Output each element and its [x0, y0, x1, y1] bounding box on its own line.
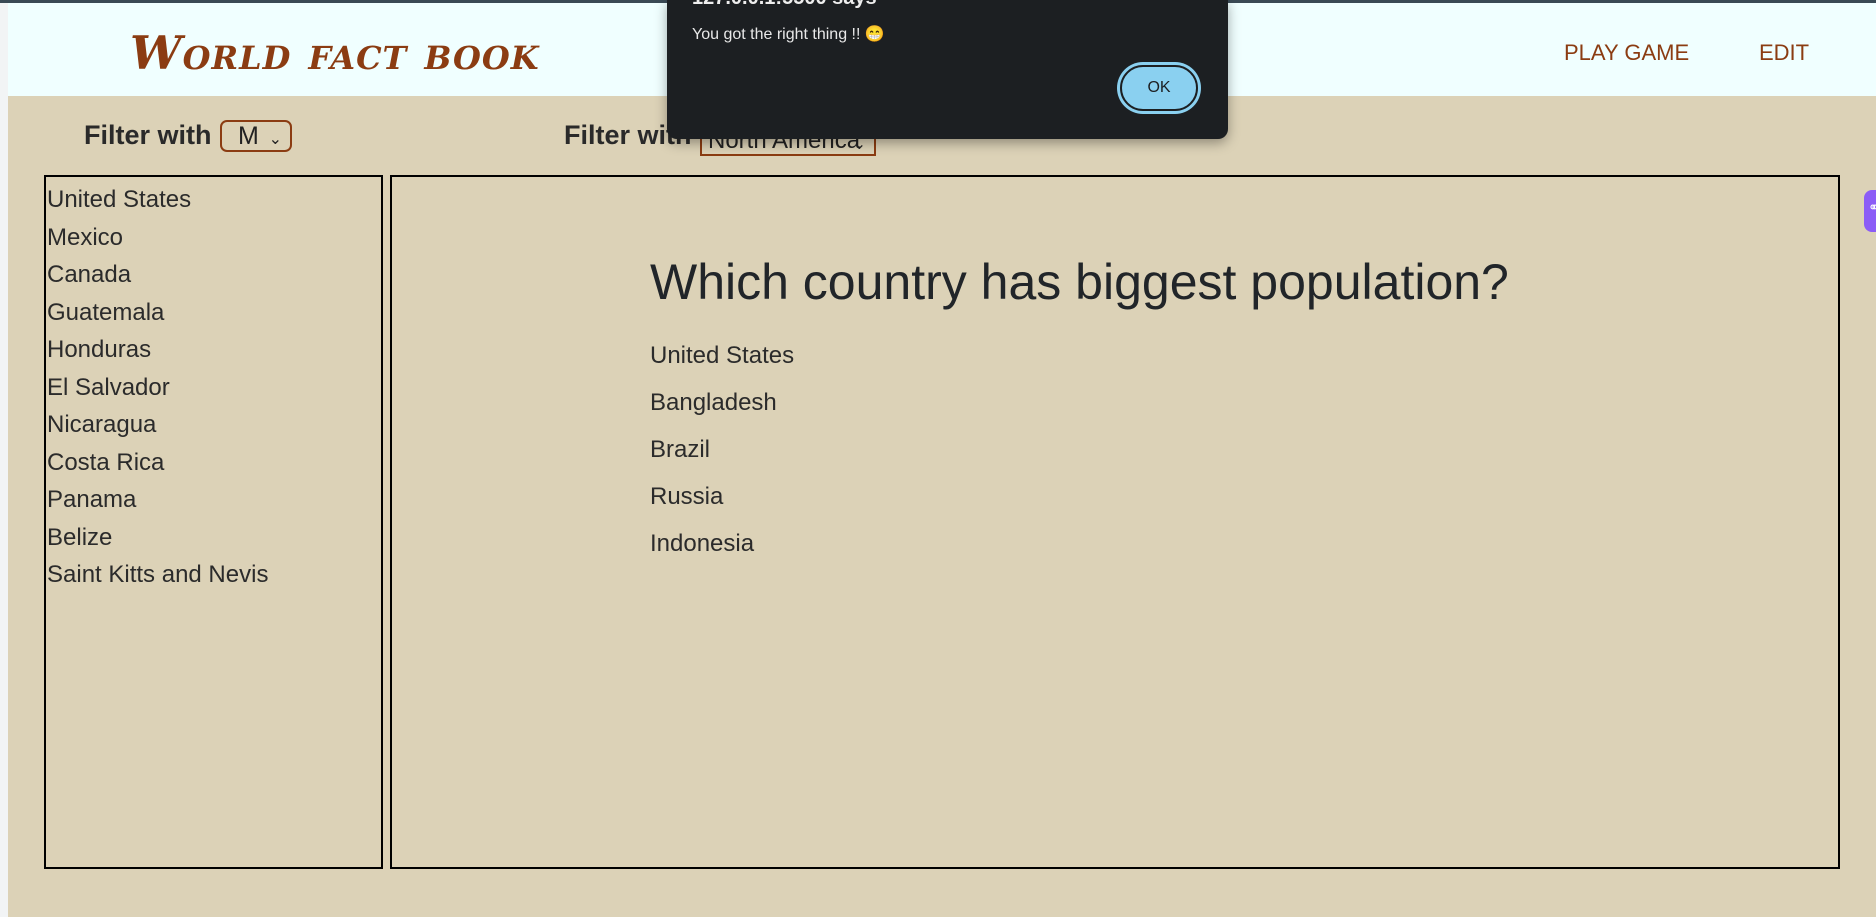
brand-logo[interactable]: World fact book [130, 21, 540, 85]
country-item[interactable]: Costa Rica [46, 444, 381, 482]
quiz-options: United States Bangladesh Brazil Russia I… [650, 332, 794, 567]
extension-side-widget[interactable]: ⚭ [1864, 190, 1876, 232]
quiz-question: Which country has biggest population? [650, 254, 1509, 310]
country-item[interactable]: Nicaragua [46, 406, 381, 444]
country-item[interactable]: Mexico [46, 219, 381, 257]
window-left-edge [0, 3, 8, 917]
country-item[interactable]: Belize [46, 519, 381, 557]
filter-letter-select[interactable]: M ⌄ [220, 120, 292, 152]
country-list: United States Mexico Canada Guatemala Ho… [46, 181, 381, 594]
country-item[interactable]: United States [46, 181, 381, 219]
country-item[interactable]: Canada [46, 256, 381, 294]
quiz-option[interactable]: Brazil [650, 426, 794, 473]
country-item[interactable]: Guatemala [46, 294, 381, 332]
country-item[interactable]: El Salvador [46, 369, 381, 407]
quiz-option[interactable]: Indonesia [650, 520, 794, 567]
country-item[interactable]: Saint Kitts and Nevis [46, 556, 381, 594]
alert-ok-button[interactable]: OK [1120, 65, 1198, 111]
country-item[interactable]: Honduras [46, 331, 381, 369]
nav-play-game-link[interactable]: PLAY GAME [1564, 40, 1689, 66]
quiz-panel: Which country has biggest population? Un… [390, 175, 1840, 869]
chevron-down-icon: ⌄ [268, 131, 282, 148]
nav-edit-link[interactable]: EDIT [1759, 40, 1809, 66]
link-icon: ⚭ [1868, 200, 1876, 216]
alert-dialog: 127.0.0.1:5500 says You got the right th… [667, 0, 1228, 139]
quiz-option[interactable]: Bangladesh [650, 379, 794, 426]
country-list-panel: United States Mexico Canada Guatemala Ho… [44, 175, 383, 869]
country-item[interactable]: Panama [46, 481, 381, 519]
alert-origin: 127.0.0.1:5500 says [692, 0, 877, 10]
filter-letter-label: Filter with [84, 120, 212, 150]
filter-letter-value: M [238, 122, 259, 150]
alert-message: You got the right thing !! 😁 [692, 26, 885, 43]
quiz-option[interactable]: United States [650, 332, 794, 379]
quiz-option[interactable]: Russia [650, 473, 794, 520]
